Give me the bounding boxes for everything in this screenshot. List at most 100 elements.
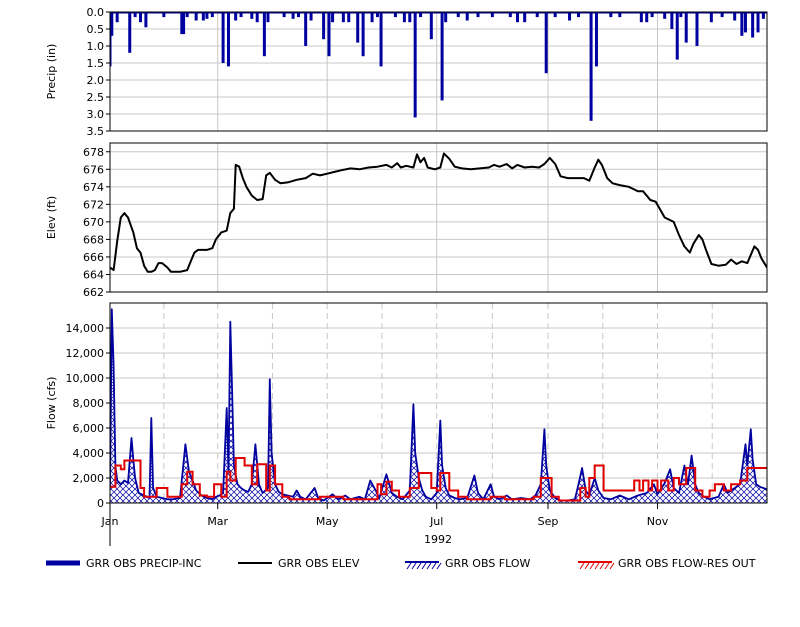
y-tick-label-elev: 662 — [83, 286, 104, 299]
y-tick-label-precip: 3.5 — [87, 125, 105, 138]
y-axis-label-flow: Flow (cfs) — [45, 377, 58, 430]
plot-area-elev — [110, 152, 767, 273]
precip-bar — [639, 12, 643, 23]
x-tick-label: Sep — [538, 515, 559, 528]
precip-bar — [429, 12, 433, 40]
precip-bar — [262, 12, 266, 57]
hydrograph-chart: 0.00.51.01.52.02.53.03.5Precip (in)66266… — [45, 6, 768, 570]
y-tick-label-flow: 10,000 — [66, 372, 105, 385]
legend-label: GRR OBS PRECIP-INC — [86, 557, 202, 570]
legend-hatch — [584, 562, 590, 570]
precip-bar — [523, 12, 527, 23]
y-tick-label-precip: 2.0 — [87, 74, 105, 87]
series-flow-line — [110, 308, 767, 502]
legend-hatch — [426, 562, 432, 570]
y-tick-label-precip: 2.5 — [87, 91, 105, 104]
precip-bar — [740, 12, 744, 36]
legend-entry: GRR OBS PRECIP-INC — [46, 557, 202, 570]
x-year-label: 1992 — [424, 533, 452, 546]
y-tick-label-precip: 0.5 — [87, 23, 105, 36]
precip-bar — [266, 12, 270, 23]
legend-label: GRR OBS FLOW-RES OUT — [618, 557, 756, 570]
legend-hatch — [594, 562, 600, 570]
legend-hatch — [579, 562, 585, 570]
precip-bar — [115, 12, 119, 23]
y-tick-label-flow: 0 — [97, 497, 104, 510]
panel-frame-precip — [109, 11, 768, 132]
precip-bar — [347, 12, 351, 23]
precip-bar — [645, 12, 649, 23]
precip-bar — [144, 12, 148, 28]
y-axis-label-precip: Precip (in) — [45, 44, 58, 100]
precip-bar — [341, 12, 345, 23]
y-tick-label-elev: 666 — [83, 251, 104, 264]
y-tick-label-elev: 664 — [83, 268, 104, 281]
y-tick-label-flow: 14,000 — [66, 322, 105, 335]
precip-bar — [356, 12, 360, 43]
y-tick-label-precip: 3.0 — [87, 108, 105, 121]
y-tick-label-elev: 668 — [83, 233, 104, 246]
legend-hatch — [411, 562, 417, 570]
y-tick-label-precip: 1.5 — [87, 57, 105, 70]
legend-hatch — [431, 562, 437, 570]
precip-bar — [361, 12, 365, 57]
precip-bar — [327, 12, 331, 57]
precip-bar — [544, 12, 548, 74]
precip-bar — [331, 12, 335, 23]
precip-bar — [110, 12, 114, 36]
legend-hatch — [421, 562, 427, 570]
precip-bar — [743, 12, 747, 33]
precip-bar — [444, 12, 448, 23]
y-tick-label-elev: 672 — [83, 198, 104, 211]
y-tick-label-flow: 6,000 — [73, 422, 105, 435]
precip-bar — [128, 12, 132, 53]
precip-bar — [756, 12, 760, 33]
legend-hatch — [609, 562, 615, 570]
y-tick-label-flow: 4,000 — [73, 447, 105, 460]
precip-bar — [182, 12, 186, 35]
precip-bar — [379, 12, 383, 67]
plot-area-flow — [110, 308, 767, 503]
x-tick-label: Nov — [647, 515, 669, 528]
legend-hatch — [599, 562, 605, 570]
precip-bar — [751, 12, 755, 38]
precip-bar — [413, 12, 417, 118]
legend-entry: GRR OBS FLOW — [405, 557, 531, 570]
plot-area-precip — [110, 12, 767, 121]
panel-frame-elev — [109, 142, 768, 293]
precip-bar — [695, 12, 699, 46]
y-tick-label-flow: 8,000 — [73, 397, 105, 410]
precip-bar — [589, 12, 593, 121]
precip-bar — [594, 12, 598, 67]
precip-bar — [402, 12, 406, 23]
precip-bar — [139, 12, 143, 23]
precip-bar — [370, 12, 374, 23]
precip-bar — [221, 12, 225, 63]
y-tick-label-flow: 12,000 — [66, 347, 105, 360]
y-tick-label-flow: 2,000 — [73, 472, 105, 485]
precip-bar — [684, 12, 688, 43]
y-tick-label-elev: 676 — [83, 163, 104, 176]
legend-label: GRR OBS FLOW — [445, 557, 531, 570]
precip-bar — [255, 12, 259, 23]
precip-bar — [675, 12, 679, 60]
precip-bar — [670, 12, 674, 29]
y-tick-label-elev: 674 — [83, 181, 104, 194]
legend-entry: GRR OBS FLOW-RES OUT — [578, 557, 756, 570]
legend-hatch — [406, 562, 412, 570]
x-tick-label: May — [316, 515, 339, 528]
panel-flow: 0 2,000 4,000 6,000 8,000 10,000 12,000 14,000 F… — [45, 302, 768, 510]
y-tick-label-elev: 678 — [83, 146, 104, 159]
panel-precip: 0.0 0.5 1.0 1.5 2.0 2.5 3.0 3.5 Precip (in) — [45, 6, 768, 138]
legend-entry: GRR OBS ELEV — [238, 557, 360, 570]
precip-bar — [709, 12, 713, 23]
precip-bar — [515, 12, 519, 23]
precip-bar — [226, 12, 230, 67]
x-tick-label: Jul — [429, 515, 443, 528]
legend-hatch — [416, 562, 422, 570]
y-tick-label-elev: 670 — [83, 216, 104, 229]
x-tick-label: Mar — [207, 515, 228, 528]
legend-hatch — [436, 562, 442, 570]
legend-hatch — [589, 562, 595, 570]
precip-bar — [408, 12, 412, 23]
